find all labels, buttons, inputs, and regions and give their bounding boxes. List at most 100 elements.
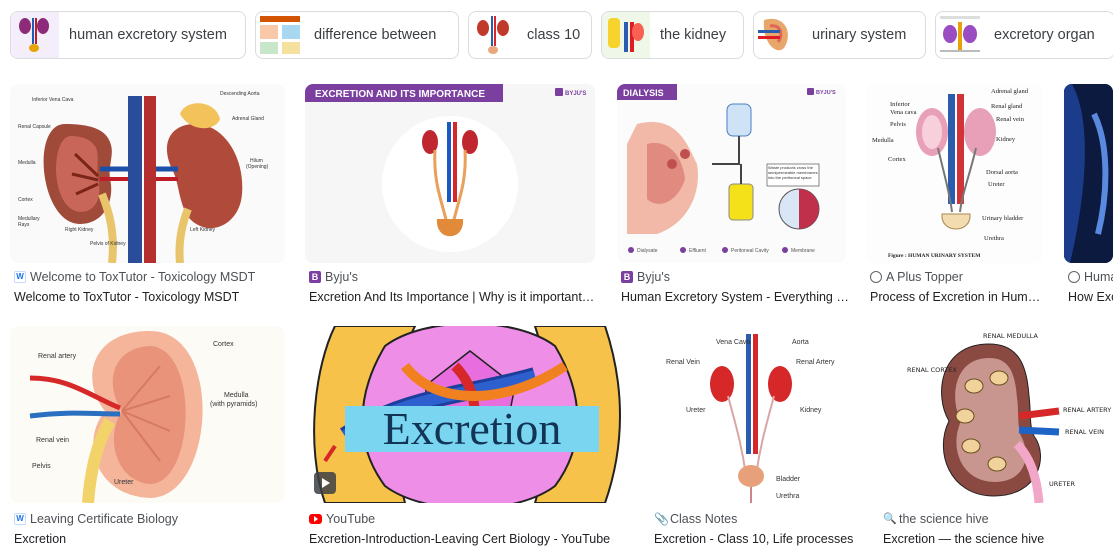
result-source[interactable]: Huma (1068, 270, 1113, 284)
diagram-label: Vena cava (890, 109, 917, 116)
result-title[interactable]: Excretion — the science hive (883, 532, 1111, 546)
globe-icon (870, 271, 882, 283)
result-image[interactable]: Excretion (305, 326, 631, 503)
banner-text: DIALYSIS (623, 88, 664, 98)
diagram-label: Kidney (996, 136, 1016, 143)
brand-text: BYJU'S (816, 90, 836, 96)
result-source[interactable]: B Byju's (309, 270, 595, 284)
result-image[interactable]: DIALYSIS BYJU'S Waste products cross the… (617, 84, 846, 263)
result-card: Inferior Vena Cava Descending Aorta Adre… (10, 84, 286, 308)
legend-item: Dialysate (637, 248, 658, 254)
diagram-label: Inferior (890, 101, 911, 108)
figure-caption: Figure : HUMAN URINARY SYSTEM (888, 253, 981, 259)
legend-item: Peritoneal Cavity (731, 248, 769, 254)
chip-label: the kidney (660, 27, 727, 43)
chip-label: excretory organ (994, 27, 1095, 43)
diagram-label: Pelvis (890, 121, 906, 128)
diagram-label: (Opening) (246, 164, 269, 170)
diagram-label: RENAL ARTERY (1063, 406, 1111, 414)
result-source[interactable]: A Plus Topper (870, 270, 1042, 284)
result-image[interactable]: EXCRETION AND ITS IMPORTANCE BYJU'S (305, 84, 595, 263)
diagram-label: Ureter (114, 479, 134, 486)
video-overlay-text: Excretion (383, 403, 562, 454)
related-searches-bar: human excretory system difference betwee… (10, 11, 1113, 59)
diagram-label: Vena Cava (716, 339, 750, 346)
play-icon (314, 472, 336, 494)
source-name: the science hive (899, 512, 989, 526)
result-card: EXCRETION AND ITS IMPORTANCE BYJU'S B By… (305, 84, 601, 308)
diagram-label: Cortex (888, 156, 906, 163)
diagram-label: Urethra (776, 493, 799, 500)
diagram-label: Renal Vein (666, 359, 700, 366)
chip-class-10[interactable]: class 10 (468, 11, 592, 59)
kidney-diagram-icon (11, 12, 59, 58)
result-title[interactable]: Excretion-Introduction-Leaving Cert Biol… (309, 532, 629, 546)
result-image[interactable]: RENAL MEDULLA RENAL CORTEX RENAL ARTERY … (879, 326, 1113, 503)
diagram-label: RENAL VEIN (1065, 428, 1104, 436)
result-title[interactable]: Human Excretory System - Everything … (621, 290, 849, 304)
result-source[interactable]: 📎 Class Notes (654, 512, 862, 526)
diagram-label: RENAL CORTEX (907, 366, 957, 374)
result-card: Renal artery Cortex Medulla (with pyrami… (10, 326, 286, 550)
result-title[interactable]: Excretion - Class 10, Life processes (654, 532, 862, 546)
source-name: Byju's (325, 270, 358, 284)
diagram-label: Medulla (18, 160, 36, 166)
result-title[interactable]: Process of Excretion in Hum… (870, 290, 1042, 304)
diagram-label: RENAL MEDULLA (983, 332, 1038, 340)
diagram-label: Left Kidney (190, 227, 216, 233)
result-card: Excretion YouTube Excretion-Introduction… (305, 326, 633, 550)
kidney-diagram-icon (602, 12, 650, 58)
diagram-label: Medulla (224, 392, 249, 399)
diagram-label: Ureter (686, 407, 706, 414)
result-source[interactable]: YouTube (309, 512, 629, 526)
source-name: Byju's (637, 270, 670, 284)
result-source[interactable]: W Welcome to ToxTutor - Toxicology MSDT (14, 270, 276, 284)
diagram-label: Renal gland (991, 103, 1023, 110)
result-image[interactable]: Inferior Vena Cava Descending Aorta Adre… (10, 84, 285, 263)
comparison-chart-icon (256, 12, 304, 58)
result-card: Vena Cava Aorta Renal Vein Renal Artery … (650, 326, 864, 550)
result-image[interactable] (1064, 84, 1113, 263)
diagram-label: Urethra (984, 235, 1004, 242)
chip-excretory-organ[interactable]: excretory organ (935, 11, 1113, 59)
diagram-label: Cortex (18, 197, 33, 203)
source-name: Welcome to ToxTutor - Toxicology MSDT (30, 270, 256, 284)
result-source[interactable]: W Leaving Certificate Biology (14, 512, 276, 526)
chip-the-kidney[interactable]: the kidney (601, 11, 744, 59)
excretory-organ-diagram-icon (936, 12, 984, 58)
diagram-label: Renal Capsule (18, 124, 51, 130)
result-image[interactable]: Renal artery Cortex Medulla (with pyrami… (10, 326, 285, 503)
chip-difference-between[interactable]: difference between (255, 11, 459, 59)
result-source[interactable]: B Byju's (621, 270, 849, 284)
result-image[interactable]: Vena Cava Aorta Renal Vein Renal Artery … (650, 326, 859, 503)
result-title[interactable]: Excretion And Its Importance | Why is it… (309, 290, 595, 304)
result-card: RENAL MEDULLA RENAL CORTEX RENAL ARTERY … (879, 326, 1113, 550)
diagram-label: Bladder (776, 476, 801, 483)
result-title[interactable]: Excretion (14, 532, 276, 546)
result-title[interactable]: Welcome to ToxTutor - Toxicology MSDT (14, 290, 276, 304)
youtube-icon (309, 514, 322, 524)
diagram-label: Ureter (988, 181, 1005, 188)
byjus-icon: B (309, 271, 321, 283)
source-name: Huma (1084, 270, 1113, 284)
diagram-label: Urinary bladder (982, 215, 1024, 222)
result-title[interactable]: How Exc (1068, 290, 1113, 304)
paperclip-icon: 📎 (654, 512, 669, 526)
chip-urinary-system[interactable]: urinary system (753, 11, 926, 59)
diagram-label: (with pyramids) (210, 401, 257, 408)
result-source[interactable]: 🔍 the science hive (883, 512, 1111, 526)
diagram-label: Right Kidney (65, 227, 94, 233)
diagram-label: Medulla (872, 137, 894, 144)
diagram-label: Renal vein (996, 116, 1025, 123)
source-name: Class Notes (670, 512, 738, 526)
byjus-icon: B (621, 271, 633, 283)
result-image[interactable]: Adrenal gland Inferior Vena cava Renal g… (866, 84, 1043, 263)
w-icon: W (14, 271, 26, 283)
source-name: YouTube (326, 512, 376, 526)
diagram-label: Inferior Vena Cava (32, 97, 74, 103)
chip-label: class 10 (527, 27, 581, 43)
source-name: Leaving Certificate Biology (30, 512, 178, 526)
diagram-label: Rays (18, 222, 30, 228)
chip-human-excretory-system[interactable]: human excretory system (10, 11, 246, 59)
chip-label: urinary system (812, 27, 907, 43)
